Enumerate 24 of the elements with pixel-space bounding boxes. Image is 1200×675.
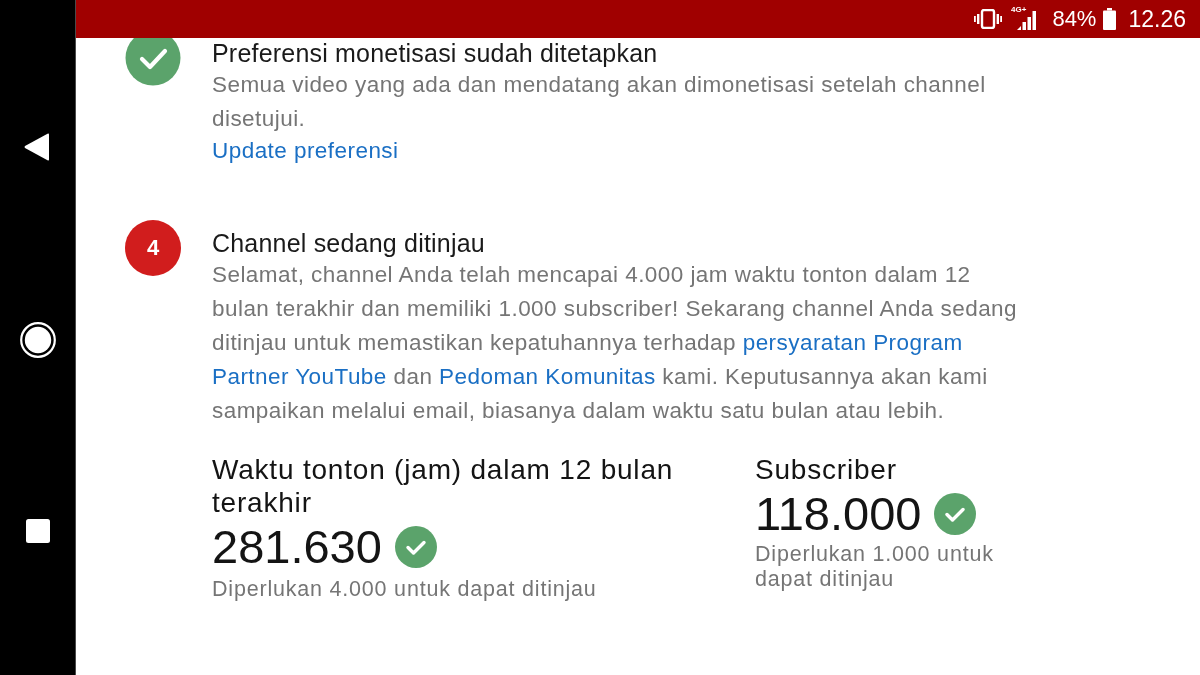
- vibrate-icon: [974, 9, 1003, 29]
- battery-percentage: 84%: [1052, 6, 1097, 32]
- clock: 12.26: [1128, 6, 1186, 32]
- stat-value: 118.000: [755, 486, 922, 542]
- stat-label: Subscriber: [755, 453, 898, 486]
- stat-requirement: Diperlukan 4.000 untuk dapat ditinjau: [212, 576, 598, 603]
- signal-icon: [1017, 10, 1038, 30]
- link[interactable]: Pedoman Komunitas: [439, 364, 656, 389]
- link[interactable]: Partner YouTube: [212, 364, 387, 389]
- stat-requirement: Diperlukan 1.000 untuk dapat ditinjau: [755, 542, 995, 592]
- step-title: Channel sedang ditinjau: [212, 228, 486, 258]
- step-title: Preferensi monetisasi sudah ditetapkan: [212, 38, 659, 68]
- home-icon[interactable]: [19, 321, 56, 358]
- step-description: Selamat, channel Anda telah mencapai 4.000 jam waktu tonton dalam 12 bulan terakhir dan memiliki 1.000 subscriber! Sekarang channel Anda sedang ditinjau untuk memastikan kepatuhannya terhadap persyaratan Program Partner YouTube dan Pedoman Komunitas kami. Keputusannya akan kami sampaikan melalui email, biasanya dalam waktu satu bulan atau lebih.: [212, 261, 1019, 425]
- link[interactable]: persyaratan Program: [742, 330, 963, 355]
- stat-value: 281.630: [212, 519, 382, 575]
- stat-label: Waktu tonton (jam) dalam 12 bulan terakhir: [212, 453, 675, 519]
- battery-icon: [1103, 8, 1117, 30]
- update-preferences-link[interactable]: Update preferensi: [212, 136, 399, 166]
- back-icon[interactable]: [24, 132, 50, 161]
- recents-icon[interactable]: [25, 518, 50, 543]
- network-type: 4G+: [1011, 5, 1027, 14]
- step-description: Semua video yang ada dan mendatang akan dimonetisasi setelah channel disetujui.: [212, 71, 987, 133]
- step-number: 4: [125, 220, 181, 276]
